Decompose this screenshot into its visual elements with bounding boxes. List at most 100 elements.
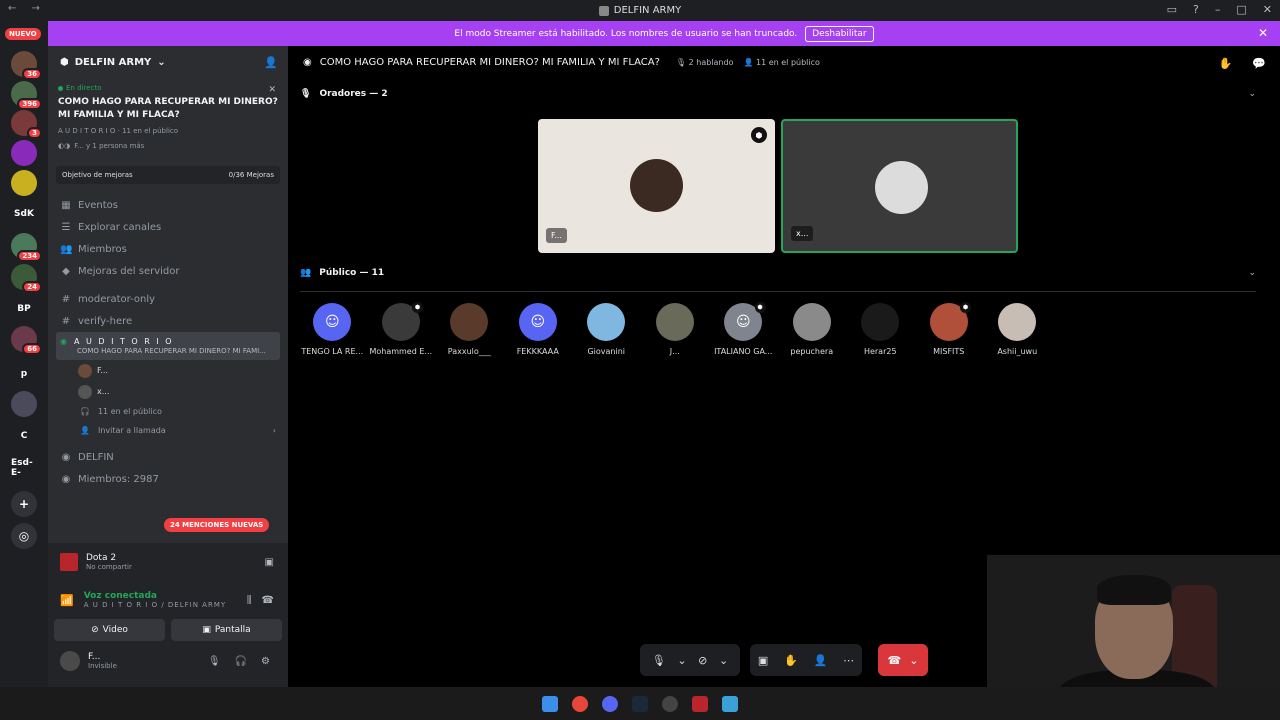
- invite-people-icon[interactable]: 👤: [264, 56, 278, 69]
- mute-hand-icon[interactable]: ✋: [784, 654, 798, 667]
- inbox-icon[interactable]: ▭: [1167, 3, 1177, 16]
- server-icon[interactable]: [11, 391, 37, 417]
- new-mentions-pill[interactable]: 24 MENCIONES NUEVAS: [164, 518, 270, 532]
- disable-streamer-button[interactable]: Deshabilitar: [805, 25, 874, 42]
- channel-delfin[interactable]: ◉ DELFIN: [48, 446, 288, 468]
- screen-share-icon[interactable]: ▣: [758, 654, 768, 667]
- speaker-tile[interactable]: x...: [781, 119, 1018, 253]
- close-banner-icon[interactable]: ✕: [1258, 26, 1268, 40]
- audience-member[interactable]: pepuchera: [778, 303, 847, 356]
- server-icon[interactable]: 3: [11, 110, 42, 139]
- nav-events[interactable]: ▦ Eventos: [48, 194, 288, 216]
- live-stage-card[interactable]: En directo COMO HAGO PARA RECUPERAR MI D…: [48, 78, 288, 156]
- boost-goal[interactable]: Objetivo de mejoras 0/36 Mejoras: [56, 166, 280, 184]
- audience-member[interactable]: Paxxulo___: [435, 303, 504, 356]
- server-icon[interactable]: 234: [11, 233, 42, 262]
- audience-member[interactable]: ⬢ Mohammed E...: [367, 302, 436, 356]
- stage-user[interactable]: x...: [48, 381, 288, 402]
- server-icon[interactable]: C: [11, 423, 37, 449]
- nav-arrows[interactable]: ← →: [8, 3, 46, 14]
- chat-icon[interactable]: 💬: [1252, 57, 1266, 70]
- discover-icon[interactable]: ◎: [11, 523, 37, 549]
- audience-member[interactable]: Ashii_uwu: [983, 303, 1052, 356]
- speaker-tile[interactable]: F... ⬢: [538, 119, 775, 253]
- current-user-row: F... Invisible 🎙 🎧 ⚙: [48, 641, 288, 681]
- window-title: DELFIN ARMY: [613, 5, 682, 16]
- server-icon[interactable]: 66: [11, 326, 42, 355]
- server-icon[interactable]: [11, 140, 37, 166]
- server-icon[interactable]: BP: [11, 296, 37, 322]
- stage-public-row[interactable]: 🎧 11 en el público: [48, 402, 288, 421]
- invite-to-call-row[interactable]: 👤 Invitar a llamada ›: [48, 421, 288, 440]
- activity-row[interactable]: Dota 2 No compartir ▣: [48, 543, 288, 581]
- voice-location[interactable]: A U D I T O R I O / DELFIN ARMY: [84, 601, 226, 609]
- add-server-icon[interactable]: +: [11, 491, 37, 517]
- gear-icon[interactable]: ⚙: [261, 656, 270, 667]
- video-button[interactable]: ⊘ Video: [54, 619, 165, 641]
- maximize-button[interactable]: □: [1236, 3, 1246, 16]
- help-icon[interactable]: ?: [1193, 3, 1199, 16]
- nav-browse-channels[interactable]: ☰ Explorar canales: [48, 216, 288, 238]
- leave-stage-button[interactable]: ☎ ⌄: [878, 644, 928, 676]
- close-window-button[interactable]: ✕: [1263, 3, 1272, 16]
- chrome-icon[interactable]: [572, 695, 588, 712]
- audience-member[interactable]: ☺ FEKKKAAA: [504, 303, 573, 356]
- microphone-icon[interactable]: 🎙: [208, 656, 221, 667]
- close-live-card-icon[interactable]: ✕: [268, 85, 276, 95]
- audience-member[interactable]: J...: [641, 303, 710, 356]
- steam-icon[interactable]: [632, 695, 648, 712]
- minimize-button[interactable]: –: [1215, 3, 1221, 16]
- live-participants: ◐◑ F... y 1 persona más: [58, 142, 278, 150]
- nav-server-boosts[interactable]: ◆ Mejoras del servidor: [48, 260, 288, 282]
- server-header[interactable]: ⬢ DELFIN ARMY ⌄ 👤: [48, 46, 288, 78]
- app-icon: [598, 5, 609, 16]
- server-label: C: [20, 431, 28, 441]
- disconnect-icon[interactable]: ☎: [262, 595, 274, 606]
- notepad-icon[interactable]: [722, 695, 738, 712]
- invite-label: Invitar a llamada: [97, 426, 166, 435]
- live-dot: [58, 85, 63, 91]
- dota-icon[interactable]: [692, 695, 708, 712]
- windows-start-icon[interactable]: [542, 695, 558, 712]
- moderator-icon: ⬢: [960, 302, 971, 313]
- discord-icon[interactable]: [602, 695, 618, 712]
- headphones-icon[interactable]: 🎧: [235, 656, 247, 667]
- video-off-icon[interactable]: ⊘: [698, 654, 707, 667]
- audience-list: ☺ TENGO LA RE... ⬢ Mohammed E... Paxxulo___ ☺…: [298, 302, 1052, 356]
- invite-icon[interactable]: 👤: [814, 654, 828, 667]
- channel-members-count[interactable]: ◉ Miembros: 2987: [48, 468, 288, 490]
- server-icon[interactable]: p: [11, 361, 37, 387]
- nav-members[interactable]: 👥 Miembros: [48, 238, 288, 260]
- server-icon[interactable]: [11, 170, 37, 196]
- server-icon[interactable]: 396: [11, 81, 42, 110]
- new-badge[interactable]: NUEVO: [5, 28, 41, 40]
- more-icon[interactable]: ⋯: [843, 654, 854, 667]
- chevron-down-icon[interactable]: ⌄: [719, 654, 728, 667]
- audience-member[interactable]: ⬢ MISFITS: [915, 302, 984, 356]
- channel-label: moderator-only: [78, 293, 156, 305]
- avatar[interactable]: [60, 651, 80, 671]
- screen-share-button[interactable]: ▣ Pantalla: [171, 619, 282, 641]
- chevron-down-icon[interactable]: ⌄: [1248, 89, 1256, 99]
- channel-moderator-only[interactable]: # moderator-only: [48, 288, 288, 310]
- chevron-down-icon[interactable]: ⌄: [677, 654, 686, 667]
- audience-member[interactable]: Herar25: [846, 303, 915, 356]
- obs-icon[interactable]: [662, 695, 678, 712]
- server-icon[interactable]: SdK: [11, 201, 37, 227]
- microphone-icon[interactable]: 🎙: [652, 654, 666, 667]
- voice-connection-row: 📶 Voz conectada A U D I T O R I O / DELFI…: [48, 581, 288, 619]
- audience-member[interactable]: ☺ TENGO LA RE...: [298, 303, 367, 356]
- chevron-down-icon[interactable]: ⌄: [1248, 268, 1256, 278]
- channel-verify-here[interactable]: # verify-here: [48, 310, 288, 332]
- window-titlebar: ← → DELFIN ARMY ▭ ? – □ ✕: [0, 0, 1280, 21]
- raise-hand-icon[interactable]: ✋: [1219, 57, 1233, 70]
- server-icon[interactable]: 24: [11, 264, 42, 293]
- server-icon[interactable]: 36: [11, 51, 42, 80]
- channel-auditorio[interactable]: ◉ A U D I T O R I O COMO HAGO PARA RECUPE…: [56, 332, 280, 360]
- noise-suppression-icon[interactable]: ⫼: [247, 595, 252, 606]
- audience-member[interactable]: Giovanini: [572, 303, 641, 356]
- stage-user[interactable]: F...: [48, 360, 288, 381]
- audience-member[interactable]: ☺ ⬢ ITALIANO GA...: [709, 302, 778, 356]
- server-icon[interactable]: Esd-E-: [11, 455, 37, 481]
- stream-game-icon[interactable]: ▣: [265, 557, 274, 568]
